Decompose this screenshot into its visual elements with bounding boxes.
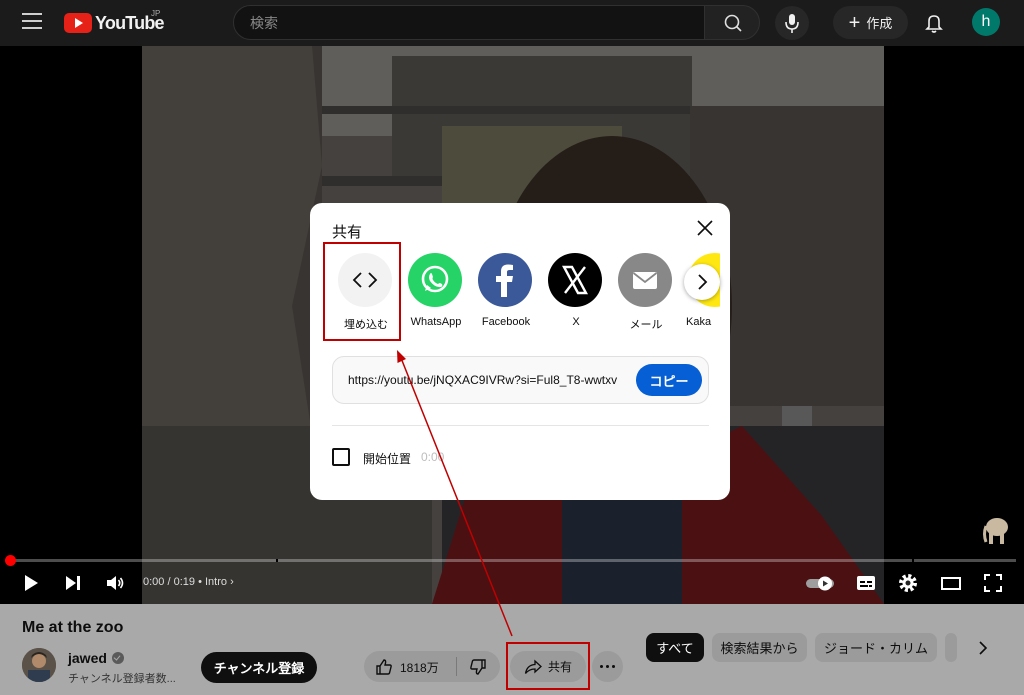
share-link-input[interactable] (333, 357, 627, 403)
settings-gear-icon[interactable] (897, 572, 919, 594)
elephant-watermark-icon (983, 518, 1008, 544)
create-button[interactable]: + 作成 (833, 6, 908, 39)
youtube-logo[interactable]: YouTube (64, 12, 165, 34)
progress-scrubber[interactable] (5, 555, 16, 566)
play-icon[interactable] (20, 572, 42, 594)
share-dialog-title: 共有 (332, 224, 363, 241)
plus-icon: + (848, 11, 861, 34)
dialog-divider (332, 425, 709, 426)
fullscreen-icon[interactable] (982, 572, 1004, 594)
chapter-separator: • (198, 576, 205, 588)
search-icon (724, 14, 742, 32)
more-dot (606, 665, 609, 668)
mail-icon (618, 253, 672, 307)
whatsapp-icon (408, 253, 462, 307)
time-display: 0:00 / 0:19 • Intro › (143, 576, 234, 588)
masthead: YouTube JP + 作成 h (0, 0, 1024, 46)
share-target-label: メール (629, 319, 663, 331)
verified-badge-icon (111, 652, 124, 664)
chevron-right-icon[interactable] (972, 637, 994, 659)
like-divider (456, 657, 457, 676)
youtube-play-icon (64, 13, 92, 33)
start-at-label: 開始位置 (363, 452, 412, 466)
facebook-icon (478, 253, 532, 307)
share-target-label: X (572, 316, 580, 328)
volume-icon[interactable] (104, 572, 126, 594)
time-text: 0:00 / 0:19 (143, 576, 195, 588)
notifications-bell-icon[interactable] (921, 10, 947, 36)
account-avatar[interactable]: h (972, 8, 1000, 36)
chip-jawed-karim[interactable]: ジョード・カリム (815, 633, 937, 662)
start-at-checkbox[interactable] (332, 448, 350, 466)
more-actions-button[interactable] (592, 651, 623, 682)
like-count[interactable]: 1818万 (400, 659, 439, 676)
chevron-right-icon (698, 274, 708, 290)
search-box (233, 5, 705, 40)
share-target-x[interactable]: X (542, 253, 610, 333)
share-target-facebook[interactable]: Facebook (472, 253, 540, 333)
progress-bar[interactable] (10, 559, 1016, 562)
voice-search-button[interactable] (775, 6, 809, 40)
search-button[interactable] (704, 5, 760, 40)
channel-name-row[interactable]: jawed (68, 650, 124, 666)
channel-name[interactable]: jawed (68, 650, 107, 666)
microphone-icon (785, 14, 799, 33)
video-title: Me at the zoo (22, 619, 124, 636)
share-link-box: コピー (332, 356, 709, 404)
share-target-email[interactable]: メール (612, 253, 680, 333)
subscribe-button[interactable]: チャンネル登録 (201, 652, 317, 683)
copy-button[interactable]: コピー (636, 364, 702, 396)
chip-from-search[interactable]: 検索結果から (712, 633, 807, 662)
theater-mode-icon[interactable] (940, 572, 962, 594)
dislike-thumbs-down-icon[interactable] (468, 657, 488, 677)
share-target-label: Facebook (481, 316, 531, 328)
share-targets-next-button[interactable] (684, 264, 720, 300)
channel-avatar[interactable] (22, 648, 56, 682)
share-target-label: Kaka (686, 316, 712, 328)
channel-avatar-image (22, 648, 56, 682)
chapter-title[interactable]: Intro (205, 576, 227, 588)
menu-icon[interactable] (22, 13, 42, 31)
channel-subscriber-count: チャンネル登録者数... (68, 673, 176, 685)
chapter-marker (276, 559, 278, 562)
annotation-box-embed (323, 242, 401, 341)
more-dot (600, 665, 603, 668)
subtitles-icon[interactable] (855, 572, 877, 594)
more-dot (612, 665, 615, 668)
x-logo-icon (548, 253, 602, 307)
chapter-chevron-icon[interactable]: › (230, 576, 234, 588)
next-video-icon[interactable] (62, 572, 84, 594)
chapter-marker (912, 559, 914, 562)
share-target-whatsapp[interactable]: WhatsApp (402, 253, 470, 333)
like-dislike-group: 1818万 (364, 651, 500, 682)
annotation-box-share (506, 642, 590, 690)
logo-region: JP (151, 9, 161, 18)
share-target-label: WhatsApp (410, 316, 462, 328)
create-label: 作成 (866, 16, 893, 31)
start-at-time: 0:00 (421, 450, 445, 464)
like-thumbs-up-icon[interactable] (374, 657, 394, 677)
chip-partial[interactable] (945, 633, 957, 662)
chip-all[interactable]: すべて (646, 633, 704, 662)
close-icon[interactable] (694, 217, 716, 239)
autoplay-toggle[interactable] (805, 572, 837, 594)
search-input[interactable] (234, 6, 704, 39)
